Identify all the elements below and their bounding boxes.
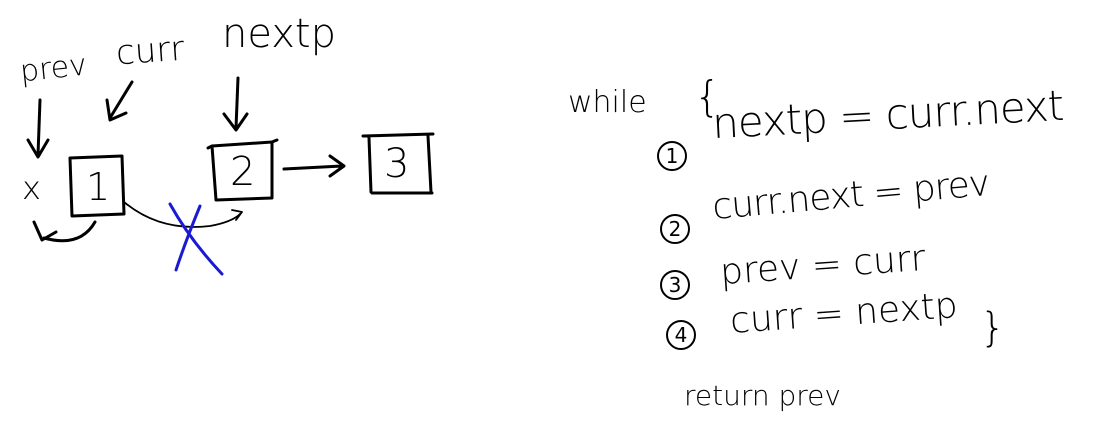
curr-pointer-arrow xyxy=(105,80,134,122)
return-statement: return prev xyxy=(684,379,841,412)
step-4-number: 4 xyxy=(666,320,696,350)
broken-link-x-mark xyxy=(168,202,224,276)
prev-pointer-arrow xyxy=(26,98,50,159)
step-1-number: 1 xyxy=(657,141,687,171)
node-2-value: 2 xyxy=(230,149,256,195)
while-close-brace: } xyxy=(980,305,1006,351)
nextp-label: nextp xyxy=(222,11,337,57)
step-2-number: 2 xyxy=(660,214,690,244)
prev-label: prev xyxy=(18,47,89,90)
while-keyword: while xyxy=(568,85,647,120)
step-3-number: 3 xyxy=(660,270,690,300)
node-2-to-3-arrow xyxy=(282,154,346,178)
node-3-value: 3 xyxy=(384,141,410,187)
node-1-value: 1 xyxy=(86,165,111,209)
curr-label: curr xyxy=(114,28,186,74)
null-mark: x xyxy=(22,169,41,207)
node-1-reversed-link-arrow xyxy=(32,220,97,243)
whiteboard-canvas: prev curr nextp x 1 2 3 while { 1 nextp … xyxy=(0,0,1114,441)
nextp-pointer-arrow xyxy=(222,76,249,132)
